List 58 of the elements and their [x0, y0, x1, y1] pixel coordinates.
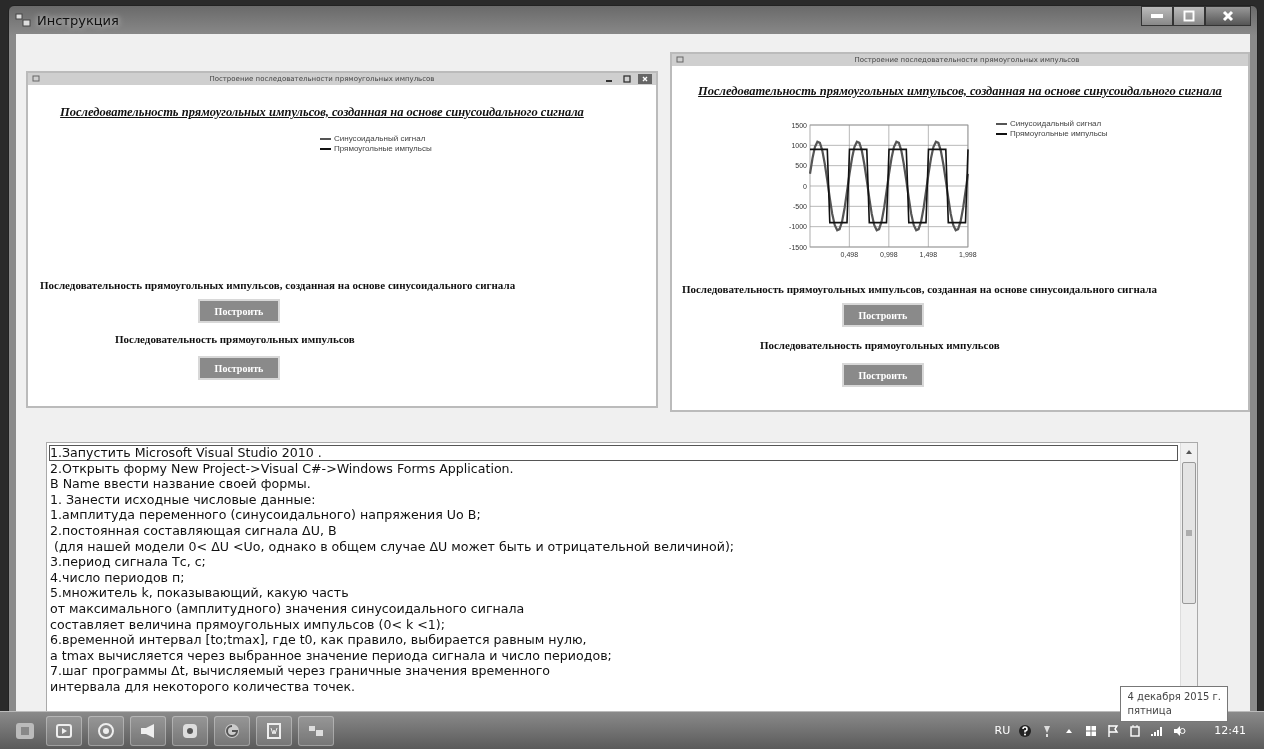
windows-flag-icon[interactable]	[1084, 723, 1099, 738]
legend-label: Синусоидальный сигнал	[1009, 119, 1102, 128]
instruction-line: от максимального (амплитудного) значения синусоидального сигнала	[49, 600, 525, 617]
instruction-line: 3.период сигнала Тс, с;	[49, 554, 206, 570]
form-heading: Последовательность прямоугольных импульсов, созданная на основе синусоидального сигнала	[60, 105, 584, 120]
instruction-line: составляет величина прямоугольных импульсов (0< k <1);	[49, 616, 445, 633]
build-button[interactable]: Построить	[841, 363, 924, 387]
close-icon	[1222, 10, 1234, 22]
browser-icon	[96, 720, 116, 741]
instruction-line: 2.Открыть форму New Project->Visual C#->Windows Forms Application.	[49, 460, 514, 477]
taskbar-app[interactable]	[88, 715, 124, 746]
instruction-line: (для нашей модели 0< ΔU <Uo, однако в общем случае ΔU может быть и отрицательной величиной);	[53, 538, 735, 555]
form-heading: Последовательность прямоугольных импульсов, созданная на основе синусоидального сигнала	[698, 84, 1222, 99]
instruction-line: 2.постоянная составляющая сигнала ΔU, В	[49, 522, 337, 539]
legend-label: Прямоугольные импульсы	[334, 144, 432, 153]
section-label: Последовательность прямоугольных импульсов	[759, 339, 1001, 351]
close-button[interactable]	[1205, 6, 1251, 26]
taskbar-app[interactable]	[130, 715, 166, 746]
taskbar-app[interactable]	[172, 715, 208, 746]
maximize-button[interactable]	[1173, 6, 1205, 26]
instruction-line: 1.амплитуда переменного (синусоидального) напряжения Uo В;	[49, 507, 481, 523]
taskbar-app[interactable]	[256, 715, 292, 746]
flag-icon[interactable]	[1106, 723, 1121, 738]
form-icon	[32, 75, 42, 83]
clock[interactable]: 12:41	[1214, 724, 1246, 737]
taskbar-app[interactable]	[214, 715, 250, 746]
section-label: Последовательность прямоугольных импульсов	[115, 333, 356, 345]
instruction-line: а tmax вычисляется через выбранное значение периода сигнала и число периодов;	[49, 647, 612, 664]
tooltip-line: 4 декабря 2015 г.	[1127, 690, 1221, 704]
section-label: Последовательность прямоугольных импульсов, созданная на основе синусоидального сигнала	[681, 283, 1159, 295]
minimize-button[interactable]	[1141, 6, 1173, 26]
instruction-line: 1. Занести исходные числовые данные:	[49, 491, 316, 508]
maximize-icon	[1183, 10, 1195, 22]
build-button[interactable]: Построить	[841, 303, 924, 327]
legend-label: Прямоугольные импульсы	[1009, 129, 1108, 138]
help-icon[interactable]	[1018, 723, 1033, 738]
instruction-line: 7.шаг программы Δt, вычисляемый через граничные значения временного	[49, 663, 551, 679]
language-indicator[interactable]: RU	[994, 724, 1011, 737]
device-icon[interactable]	[1128, 723, 1143, 738]
instruction-line: 1.Запустить Microsoft Visual Studio 2010 .	[49, 445, 1178, 461]
form-icon	[675, 56, 686, 64]
legend-label: Синусоидальный сигнал	[334, 134, 426, 143]
taskbar-app[interactable]	[46, 715, 82, 746]
instruction-line: 6.временной интервал [to;tmax], где t0, как правило, выбирается равным нулю,	[49, 632, 587, 648]
build-button[interactable]: Построить	[198, 299, 280, 323]
window-title: Инструкция	[37, 12, 120, 28]
instruction-line: интервала для некоторого количества точек.	[49, 678, 356, 695]
taskbar-app[interactable]	[298, 715, 334, 746]
build-button[interactable]: Построить	[198, 356, 280, 380]
scroll-thumb[interactable]	[1182, 462, 1196, 604]
close-icon[interactable]	[637, 74, 652, 84]
instruction-line: В Name ввести название своей формы.	[49, 476, 311, 492]
instruction-line: 5.множитель k, показывающий, какую часть	[49, 585, 349, 601]
instruction-line: 4.число периодов п;	[49, 569, 185, 586]
document-icon	[264, 720, 284, 741]
tooltip-line: пятница	[1127, 704, 1173, 718]
app-icon	[15, 13, 31, 27]
section-label: Последовательность прямоугольных импульсов, созданная на основе синусоидального сигнала	[40, 279, 517, 291]
